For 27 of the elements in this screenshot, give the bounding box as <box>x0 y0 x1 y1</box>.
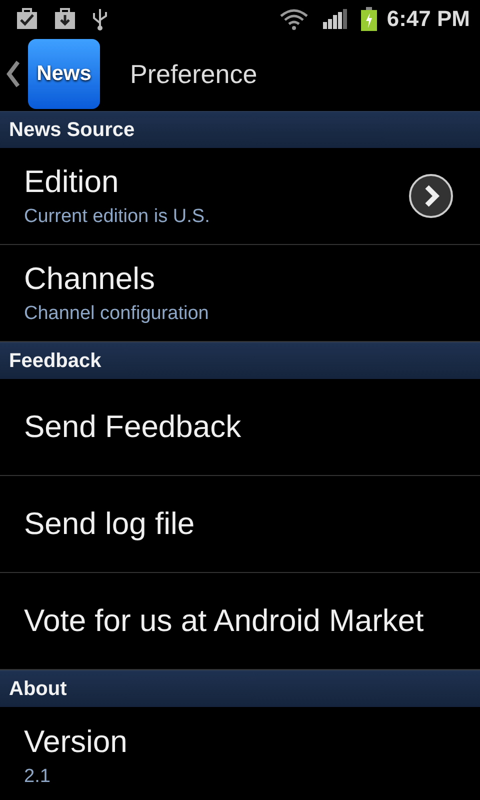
chevron-icon[interactable] <box>408 173 454 219</box>
back-icon[interactable] <box>6 60 20 88</box>
item-title: Edition <box>24 164 120 200</box>
preference-item[interactable]: Send log file <box>0 476 480 573</box>
screen-title: Preference <box>130 58 258 90</box>
item-title: Send Feedback <box>24 409 242 445</box>
section-header: About <box>0 670 480 707</box>
wifi-icon <box>278 6 309 30</box>
item-title: Channels <box>24 261 156 297</box>
preference-item[interactable]: Version 2.1 <box>0 707 480 800</box>
status-time: 6:47 PM <box>386 6 470 32</box>
checkmark-bag-icon <box>16 8 38 30</box>
item-summary: 2.1 <box>24 766 52 788</box>
item-title: Vote for us at Android Market <box>24 603 425 639</box>
signal-icon <box>322 8 347 28</box>
section-header: News Source <box>0 111 480 148</box>
item-summary: Current edition is U.S. <box>24 206 211 228</box>
preference-item[interactable]: Edition Current edition is U.S. <box>0 148 480 245</box>
item-title: Version <box>24 724 128 760</box>
preference-item[interactable]: Send Feedback <box>0 379 480 476</box>
item-summary: Channel configuration <box>24 303 210 325</box>
item-title: Send log file <box>24 506 196 542</box>
app-icon[interactable]: News <box>28 39 100 109</box>
download-bag-icon <box>54 8 76 30</box>
battery-charging-icon <box>360 6 377 30</box>
section-header: Feedback <box>0 342 480 379</box>
usb-icon <box>92 6 108 30</box>
